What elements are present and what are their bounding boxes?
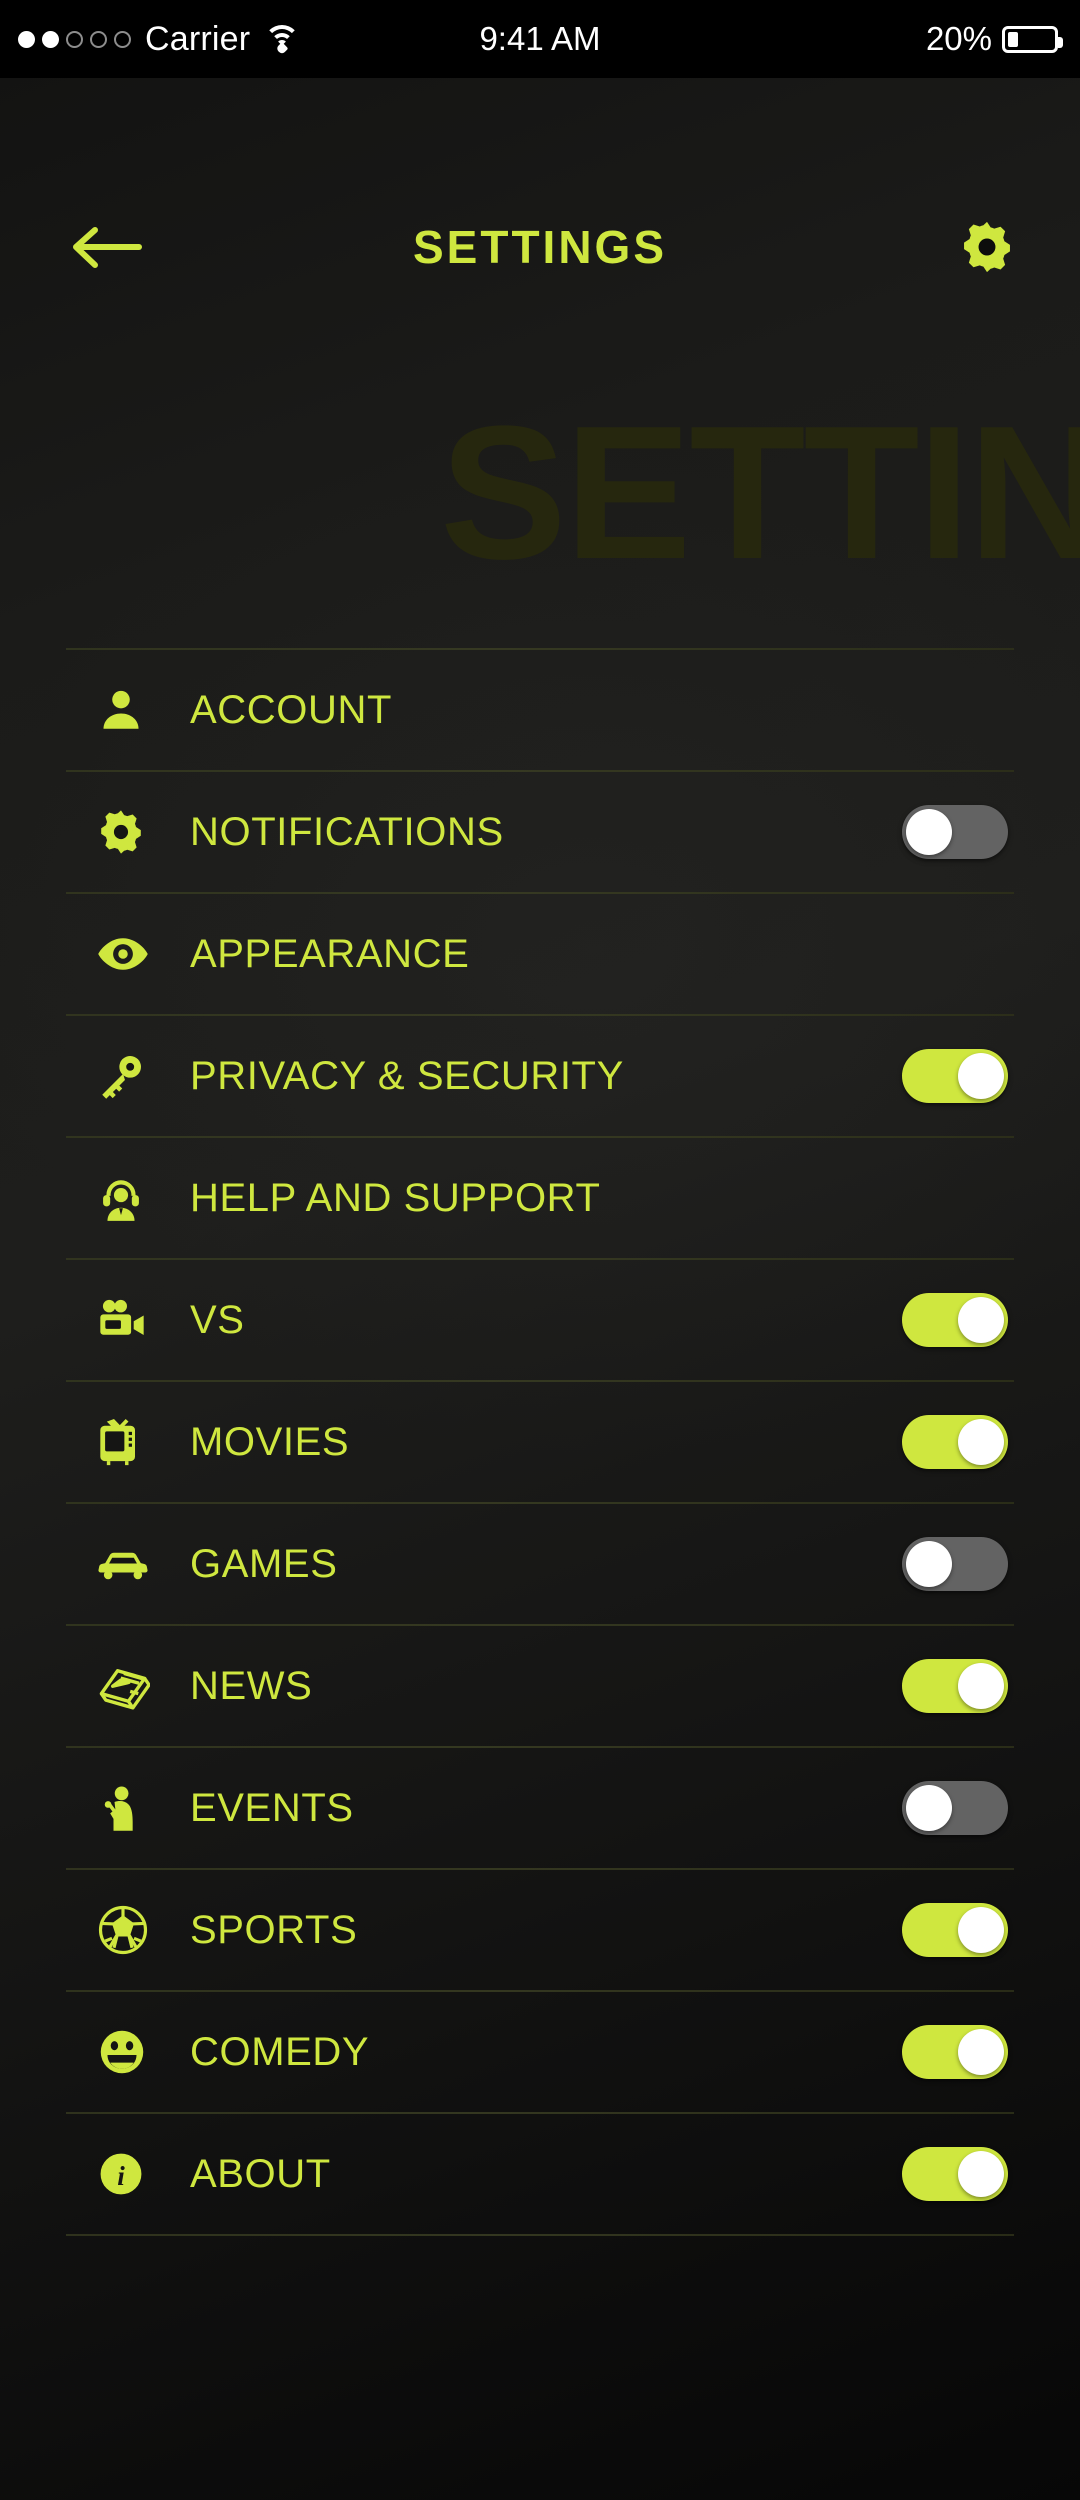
car-icon	[96, 1537, 162, 1591]
settings-row-about[interactable]: i ABOUT	[0, 2114, 1080, 2234]
page-title: SETTINGS	[412, 221, 668, 273]
settings-row-appearance[interactable]: APPEARANCE	[0, 894, 1080, 1014]
smiley-icon	[96, 2026, 162, 2078]
settings-row-vs[interactable]: VS	[0, 1260, 1080, 1380]
person-icon	[96, 685, 162, 735]
settings-row-label: HELP AND SUPPORT	[190, 1175, 601, 1220]
key-icon	[96, 1051, 162, 1101]
gear-icon	[96, 807, 162, 857]
settings-row-label: ABOUT	[190, 2151, 331, 2196]
toggle-knob	[906, 809, 952, 855]
toggle-knob	[906, 1541, 952, 1587]
svg-text:i: i	[117, 2161, 125, 2191]
soccer-ball-icon	[96, 1903, 162, 1957]
settings-row-label: VS	[190, 1297, 245, 1342]
toggle-placeholder	[902, 1171, 1008, 1225]
toggle-switch[interactable]	[902, 1781, 1008, 1835]
status-bar: Carrier 9:41 AM 20%	[0, 0, 1080, 78]
settings-row-account[interactable]: ACCOUNT	[0, 650, 1080, 770]
tv-icon	[96, 1416, 162, 1468]
toggle-switch[interactable]	[902, 1415, 1008, 1469]
eye-icon	[96, 927, 162, 981]
clock-label: 9:41 AM	[479, 20, 601, 57]
newspaper-icon	[96, 1659, 162, 1713]
settings-row-label: NOTIFICATIONS	[190, 809, 504, 854]
battery-icon	[1002, 25, 1063, 53]
settings-row-label: EVENTS	[190, 1785, 354, 1830]
settings-row-label: ACCOUNT	[190, 687, 392, 732]
toggle-knob	[958, 2151, 1004, 2197]
status-bar-right: 20%	[925, 20, 1063, 58]
toggle-knob	[958, 1053, 1004, 1099]
battery-percent-label: 20%	[925, 20, 992, 57]
toggle-knob	[958, 2029, 1004, 2075]
toggle-switch[interactable]	[902, 2025, 1008, 2079]
info-icon: i	[96, 2149, 162, 2199]
toggle-switch[interactable]	[902, 2147, 1008, 2201]
settings-row-games[interactable]: GAMES	[0, 1504, 1080, 1624]
settings-row-label: COMEDY	[190, 2029, 370, 2074]
settings-row-sports[interactable]: SPORTS	[0, 1870, 1080, 1990]
toggle-switch[interactable]	[902, 1049, 1008, 1103]
performer-icon	[96, 1783, 162, 1833]
settings-row-label: APPEARANCE	[190, 931, 470, 976]
toggle-switch[interactable]	[902, 1293, 1008, 1347]
toggle-knob	[958, 1663, 1004, 1709]
movie-camera-icon	[96, 1294, 162, 1346]
settings-row-privacy-security[interactable]: PRIVACY & SECURITY	[0, 1016, 1080, 1136]
settings-row-label: GAMES	[190, 1541, 338, 1586]
settings-row-label: NEWS	[190, 1663, 313, 1708]
settings-list: ACCOUNT NOTIFICATIONS APPEARANCE PRIVACY & …	[0, 648, 1080, 2236]
background-watermark-text: SETTINGS	[440, 387, 1080, 599]
toggle-knob	[958, 1419, 1004, 1465]
back-button[interactable]	[58, 207, 154, 287]
app-header: SETTINGS	[0, 192, 1080, 302]
settings-row-notifications[interactable]: NOTIFICATIONS	[0, 772, 1080, 892]
toggle-switch[interactable]	[902, 1537, 1008, 1591]
toggle-knob	[906, 1785, 952, 1831]
settings-gear-button[interactable]	[942, 205, 1032, 289]
toggle-switch[interactable]	[902, 1903, 1008, 1957]
toggle-placeholder	[902, 927, 1008, 981]
row-divider	[66, 2234, 1014, 2236]
toggle-placeholder	[902, 683, 1008, 737]
toggle-switch[interactable]	[902, 805, 1008, 859]
toggle-switch[interactable]	[902, 1659, 1008, 1713]
settings-row-label: PRIVACY & SECURITY	[190, 1053, 624, 1098]
settings-row-news[interactable]: NEWS	[0, 1626, 1080, 1746]
settings-row-events[interactable]: EVENTS	[0, 1748, 1080, 1868]
settings-row-label: SPORTS	[190, 1907, 358, 1952]
toggle-knob	[958, 1297, 1004, 1343]
settings-row-comedy[interactable]: COMEDY	[0, 1992, 1080, 2112]
settings-screen: Carrier 9:41 AM 20% SETTINGS SETTINGS	[0, 0, 1080, 2500]
settings-row-movies[interactable]: MOVIES	[0, 1382, 1080, 1502]
toggle-knob	[958, 1907, 1004, 1953]
settings-row-label: MOVIES	[190, 1419, 350, 1464]
support-agent-icon	[96, 1173, 162, 1223]
settings-row-help-and-support[interactable]: HELP AND SUPPORT	[0, 1138, 1080, 1258]
